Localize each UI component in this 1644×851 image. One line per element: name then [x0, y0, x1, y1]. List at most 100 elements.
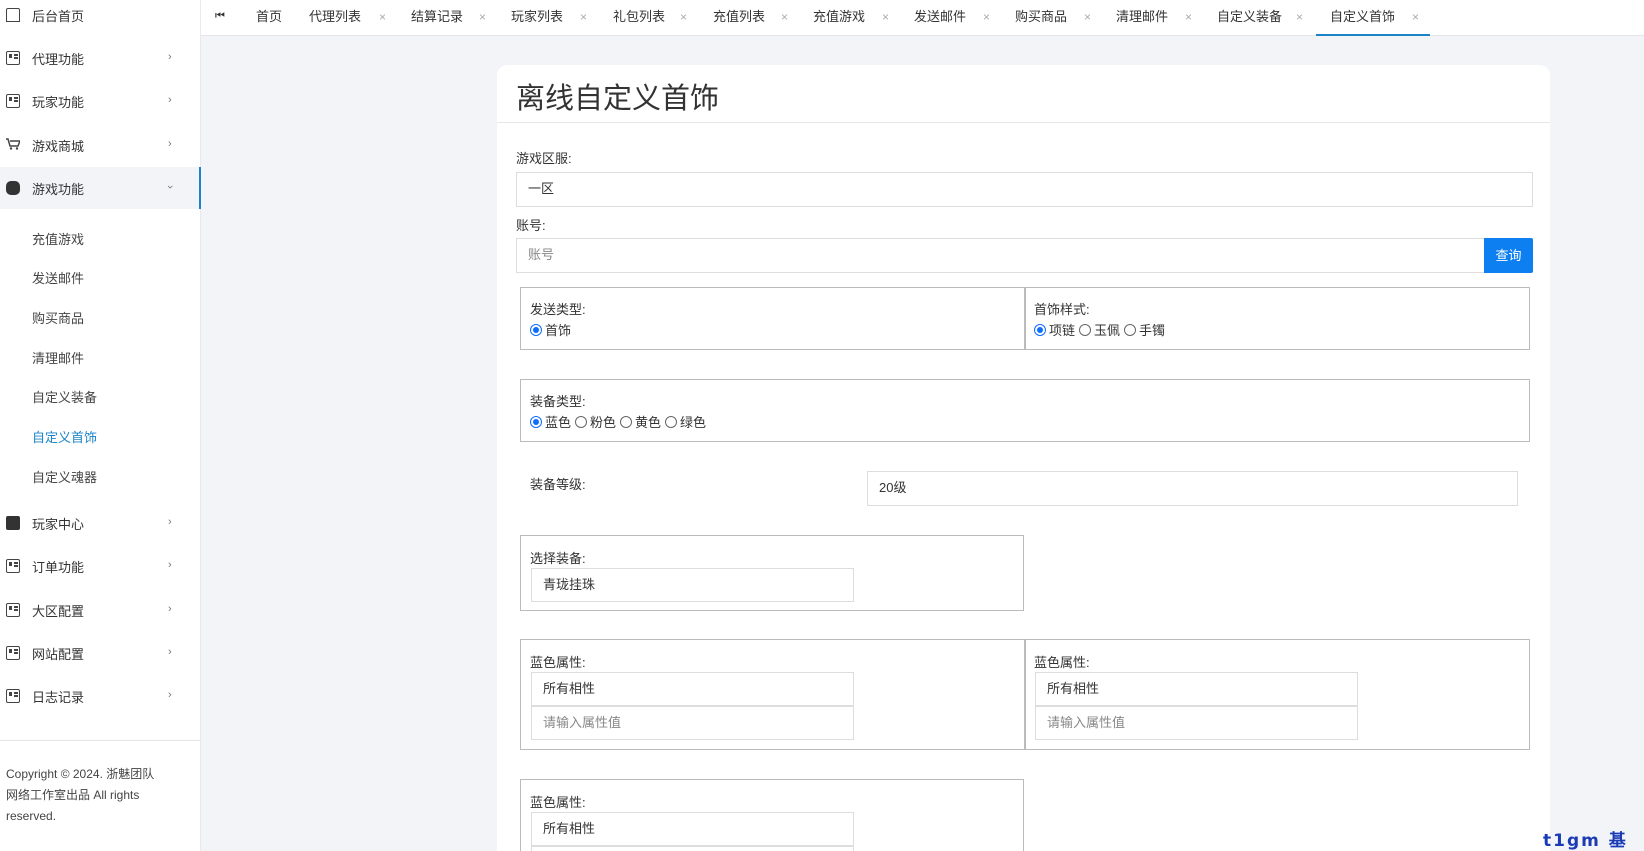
- close-icon[interactable]: ×: [379, 0, 386, 34]
- send-type-radio-group: 首饰: [530, 320, 575, 339]
- radio-unchecked[interactable]: [665, 415, 678, 428]
- account-input[interactable]: 账号: [516, 238, 1485, 273]
- tab-home[interactable]: 首页: [256, 0, 282, 36]
- radio-option-bracelet[interactable]: 手镯: [1124, 320, 1165, 339]
- radio-unchecked[interactable]: [1124, 323, 1137, 336]
- radio-unchecked[interactable]: [575, 415, 588, 428]
- chevron-right-icon: ›: [168, 138, 172, 150]
- radio-checked[interactable]: [1034, 323, 1046, 336]
- sidebar-item-orders[interactable]: 订单功能 ›: [0, 545, 201, 587]
- blue-attr-box-1: 蓝色属性: 所有相性 请输入属性值: [520, 639, 1026, 750]
- radio-label: 玉佩: [1094, 323, 1121, 338]
- tab-label: 自定义首饰: [1330, 9, 1396, 24]
- tab-label: 礼包列表: [613, 9, 666, 24]
- submenu-item-custom-jewelry[interactable]: 自定义首饰: [32, 427, 97, 446]
- tab-bar: ⏮ 首页 代理列表 × 结算记录 × 玩家列表 × 礼包列表 × 充值列表 × 充值游戏 ×…: [201, 0, 1644, 36]
- radio-checked[interactable]: [530, 323, 542, 336]
- tab-buy-goods[interactable]: 购买商品 ×: [1015, 0, 1100, 36]
- sidebar-item-region-config[interactable]: 大区配置 ›: [0, 589, 201, 631]
- select-equip-box: 选择装备: 青珑挂珠: [520, 535, 1024, 611]
- blue-attr-label: 蓝色属性:: [1034, 655, 1090, 670]
- sidebar-item-home[interactable]: 后台首页: [0, 0, 201, 36]
- sidebar-item-label: 游戏商城: [32, 138, 85, 154]
- attr-type-select[interactable]: 所有相性: [1035, 672, 1358, 706]
- tab-send-mail[interactable]: 发送邮件 ×: [914, 0, 999, 36]
- close-icon[interactable]: ×: [580, 0, 587, 34]
- user-icon: [6, 516, 20, 530]
- tab-recharge-game[interactable]: 充值游戏 ×: [813, 0, 898, 36]
- sidebar-item-game[interactable]: 游戏功能 ›: [0, 167, 201, 209]
- submenu-item-recharge-game[interactable]: 充值游戏: [32, 229, 84, 248]
- tab-label: 购买商品: [1015, 9, 1068, 24]
- radio-option-jewelry[interactable]: 首饰: [530, 320, 571, 339]
- tab-custom-equip[interactable]: 自定义装备 ×: [1217, 0, 1312, 36]
- close-icon[interactable]: ×: [680, 0, 687, 34]
- sidebar-item-label: 玩家功能: [32, 94, 85, 110]
- close-icon[interactable]: ×: [1185, 0, 1192, 34]
- server-label: 游戏区服:: [516, 151, 572, 166]
- sidebar-item-shop[interactable]: 游戏商城 ›: [0, 124, 201, 166]
- close-icon[interactable]: ×: [882, 0, 889, 34]
- sidebar-item-agent[interactable]: 代理功能 ›: [0, 37, 201, 79]
- title-divider: [497, 122, 1550, 123]
- card-icon: [6, 603, 20, 617]
- sidebar-item-label: 后台首页: [32, 8, 85, 24]
- select-equip-select[interactable]: 青珑挂珠: [531, 568, 854, 602]
- form-card: 离线自定义首饰 游戏区服: 一区 账号: 账号 查询 发送类型: 首饰 首饰样式…: [497, 65, 1550, 851]
- server-select[interactable]: 一区: [516, 172, 1533, 207]
- attr-type-select[interactable]: 所有相性: [531, 672, 854, 706]
- blue-attr-label: 蓝色属性:: [530, 655, 586, 670]
- tab-label: 充值列表: [713, 9, 766, 24]
- equip-type-radio-group: 蓝色 粉色 黄色 绿色: [530, 412, 710, 431]
- watermark-text: t1gm 基地: [1543, 831, 1628, 851]
- tab-recharge-list[interactable]: 充值列表 ×: [713, 0, 798, 36]
- submenu-item-clear-mail[interactable]: 清理邮件: [32, 348, 84, 367]
- tab-player-list[interactable]: 玩家列表 ×: [511, 0, 596, 36]
- radio-unchecked[interactable]: [620, 415, 633, 428]
- submenu-item-custom-equip[interactable]: 自定义装备: [32, 387, 97, 406]
- close-icon[interactable]: ×: [1412, 0, 1419, 34]
- close-icon[interactable]: ×: [479, 0, 486, 34]
- attr-value-input[interactable]: 请输入属性值: [1035, 706, 1358, 740]
- sidebar-item-label: 游戏功能: [32, 181, 85, 197]
- equip-level-select[interactable]: 20级: [867, 471, 1518, 506]
- radio-option-necklace[interactable]: 项链: [1034, 320, 1075, 339]
- equip-type-label: 装备类型:: [530, 394, 586, 409]
- close-icon[interactable]: ×: [1084, 0, 1091, 34]
- attr-value-input[interactable]: [531, 846, 854, 851]
- sidebar-divider: [0, 740, 201, 741]
- radio-checked[interactable]: [530, 415, 542, 428]
- tab-agent-list[interactable]: 代理列表 ×: [309, 0, 394, 36]
- submenu-item-buy-goods[interactable]: 购买商品: [32, 308, 84, 327]
- sidebar-item-player-center[interactable]: 玩家中心 ›: [0, 502, 201, 544]
- skip-back-icon[interactable]: ⏮: [215, 10, 225, 23]
- close-icon[interactable]: ×: [781, 0, 788, 34]
- sidebar-item-site-config[interactable]: 网站配置 ›: [0, 632, 201, 674]
- tab-custom-jewelry[interactable]: 自定义首饰 ×: [1316, 0, 1430, 36]
- radio-option-green[interactable]: 绿色: [665, 412, 706, 431]
- home-icon: [6, 8, 20, 22]
- sidebar-item-player[interactable]: 玩家功能 ›: [0, 80, 201, 122]
- sidebar-item-label: 大区配置: [32, 603, 85, 619]
- submenu-item-custom-soul[interactable]: 自定义魂器: [32, 467, 97, 486]
- radio-option-pink[interactable]: 粉色: [575, 412, 616, 431]
- tab-gift-list[interactable]: 礼包列表 ×: [613, 0, 698, 36]
- radio-option-blue[interactable]: 蓝色: [530, 412, 571, 431]
- close-icon[interactable]: ×: [983, 0, 990, 34]
- equip-level-label: 装备等级:: [530, 477, 586, 492]
- attr-value-input[interactable]: 请输入属性值: [531, 706, 854, 740]
- close-icon[interactable]: ×: [1296, 0, 1303, 34]
- attr-type-select[interactable]: 所有相性: [531, 812, 854, 846]
- query-button[interactable]: 查询: [1484, 238, 1533, 273]
- radio-option-jade[interactable]: 玉佩: [1079, 320, 1120, 339]
- sidebar-item-logs[interactable]: 日志记录 ›: [0, 675, 201, 717]
- radio-unchecked[interactable]: [1079, 323, 1092, 336]
- sidebar-item-label: 订单功能: [32, 559, 85, 575]
- radio-option-yellow[interactable]: 黄色: [620, 412, 661, 431]
- tab-label: 自定义装备: [1217, 9, 1283, 24]
- tab-settlement[interactable]: 结算记录 ×: [411, 0, 496, 36]
- sidebar-item-label: 代理功能: [32, 51, 85, 67]
- chevron-right-icon: ›: [168, 603, 172, 615]
- submenu-item-send-mail[interactable]: 发送邮件: [32, 268, 84, 287]
- tab-clear-mail[interactable]: 清理邮件 ×: [1116, 0, 1201, 36]
